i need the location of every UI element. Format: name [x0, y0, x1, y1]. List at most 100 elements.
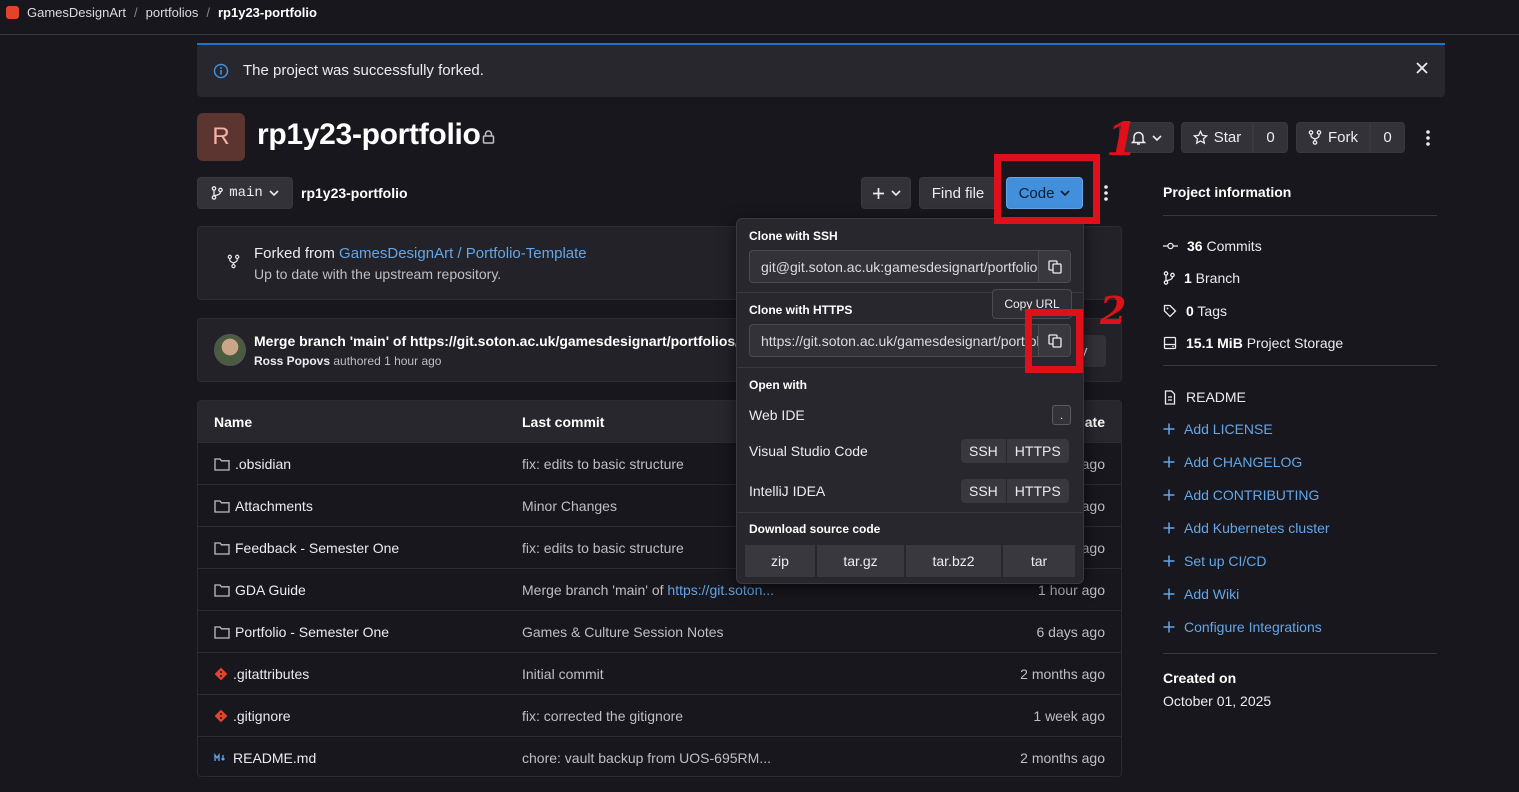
download-tarbz2-button[interactable]: tar.bz2	[906, 545, 1001, 577]
copy-ssh-url-button[interactable]	[1038, 251, 1070, 282]
avatar[interactable]	[214, 334, 246, 366]
folder-icon	[214, 457, 230, 471]
intellij-ssh-button[interactable]: SSH	[961, 479, 1006, 503]
row-commit-message[interactable]: Merge branch 'main' of	[522, 582, 667, 598]
intellij-https-button[interactable]: HTTPS	[1005, 479, 1069, 503]
row-file-name[interactable]: Attachments	[235, 498, 313, 514]
stat-label: Branch	[1191, 270, 1241, 286]
row-name-cell[interactable]: GDA Guide	[214, 582, 306, 598]
row-commit-cell: fix: edits to basic structure	[522, 540, 684, 556]
commit-author[interactable]: Ross Popovs	[254, 354, 330, 368]
fork-button[interactable]: Fork	[1296, 122, 1370, 153]
folder-icon	[214, 583, 230, 597]
branch-selector[interactable]: main	[197, 177, 293, 209]
row-file-name[interactable]: .obsidian	[235, 456, 291, 472]
commit-meta: Ross Popovs authored 1 hour ago	[254, 354, 441, 368]
folder-icon	[214, 499, 230, 513]
row-name-cell[interactable]: .gitattributes	[214, 666, 309, 682]
created-on-date: October 01, 2025	[1163, 693, 1272, 709]
project-stat[interactable]: 36 Commits	[1163, 238, 1262, 254]
column-last-commit: Last commit	[522, 413, 605, 430]
stat-text: 36 Commits	[1187, 238, 1262, 254]
row-name-cell[interactable]: Attachments	[214, 498, 313, 514]
row-file-name[interactable]: README.md	[233, 750, 316, 766]
row-commit-message[interactable]: Initial commit	[522, 666, 604, 682]
star-button[interactable]: Star	[1181, 122, 1253, 153]
row-commit-message[interactable]: fix: edits to basic structure	[522, 540, 684, 556]
project-stat[interactable]: 15.1 MiB Project Storage	[1163, 335, 1343, 351]
web-ide-option[interactable]: Web IDE	[749, 407, 805, 423]
star-icon	[1192, 130, 1208, 145]
table-row[interactable]: README.md chore: vault backup from UOS-69…	[198, 736, 1121, 776]
download-tar-button[interactable]: tar	[1003, 545, 1075, 577]
table-row[interactable]: .gitattributes Initial commit 2 months ago	[198, 652, 1121, 694]
https-url-field[interactable]: https://git.soton.ac.uk/gamesdesignart/p…	[749, 324, 1071, 357]
row-name-cell[interactable]: .obsidian	[214, 456, 291, 472]
alert-accent-line	[197, 43, 1445, 45]
branch-name: main	[229, 185, 263, 201]
intellij-option: IntelliJ IDEA	[749, 483, 826, 499]
download-title: Download source code	[749, 522, 881, 536]
more-actions-icon[interactable]	[1418, 122, 1438, 153]
breadcrumb-separator: /	[133, 5, 138, 20]
plus-icon	[1163, 489, 1175, 501]
row-commit-message[interactable]: fix: edits to basic structure	[522, 456, 684, 472]
readme-link[interactable]: README	[1163, 389, 1246, 405]
fork-count[interactable]: 0	[1370, 122, 1405, 153]
ssh-url[interactable]: git@git.soton.ac.uk:gamesdesignart/portf…	[761, 259, 1039, 275]
row-commit-message[interactable]: chore: vault backup from UOS-695RM...	[522, 750, 771, 766]
project-stat[interactable]: 1 Branch	[1163, 270, 1240, 286]
row-file-name[interactable]: .gitignore	[233, 708, 291, 724]
breadcrumb-project[interactable]: rp1y23-portfolio	[218, 5, 317, 20]
sidebar-link-label: Add CHANGELOG	[1184, 454, 1303, 470]
row-commit-cell: Games & Culture Session Notes	[522, 624, 724, 640]
commit-title[interactable]: Merge branch 'main' of https://git.soton…	[254, 333, 736, 349]
sidebar-action-link[interactable]: Configure Integrations	[1163, 619, 1322, 635]
row-name-cell[interactable]: .gitignore	[214, 708, 291, 724]
table-row[interactable]: Portfolio - Semester One Games & Culture …	[198, 610, 1121, 652]
repository-path[interactable]: rp1y23-portfolio	[301, 185, 408, 201]
add-dropdown-button[interactable]	[861, 177, 911, 209]
row-file-name[interactable]: Feedback - Semester One	[235, 540, 399, 556]
breadcrumb-group[interactable]: GamesDesignArt	[27, 5, 126, 20]
stat-label: Tags	[1193, 303, 1228, 319]
web-ide-shortcut: .	[1052, 405, 1071, 425]
created-on-title: Created on	[1163, 670, 1237, 686]
star-count[interactable]: 0	[1253, 122, 1288, 153]
row-commit-message[interactable]: Games & Culture Session Notes	[522, 624, 724, 640]
sidebar-action-link[interactable]: Add LICENSE	[1163, 421, 1273, 437]
row-name-cell[interactable]: README.md	[214, 750, 316, 766]
row-file-name[interactable]: .gitattributes	[233, 666, 309, 682]
project-stat[interactable]: 0 Tags	[1163, 303, 1227, 319]
star-label: Star	[1213, 129, 1242, 146]
stat-text: 0 Tags	[1186, 303, 1227, 319]
fork-source-link[interactable]: GamesDesignArt / Portfolio-Template	[339, 245, 587, 262]
row-name-cell[interactable]: Portfolio - Semester One	[214, 624, 389, 640]
project-info-title: Project information	[1163, 184, 1292, 200]
table-row[interactable]: .gitignore fix: corrected the gitignore 1 …	[198, 694, 1121, 736]
sidebar-action-link[interactable]: Add Wiki	[1163, 586, 1239, 602]
ssh-url-field[interactable]: git@git.soton.ac.uk:gamesdesignart/portf…	[749, 250, 1071, 283]
find-file-button[interactable]: Find file	[919, 177, 997, 209]
row-commit-message[interactable]: fix: corrected the gitignore	[522, 708, 683, 724]
row-commit-message[interactable]: Minor Changes	[522, 498, 617, 514]
download-zip-button[interactable]: zip	[745, 545, 815, 577]
download-targz-button[interactable]: tar.gz	[817, 545, 904, 577]
row-file-name[interactable]: GDA Guide	[235, 582, 306, 598]
row-file-name[interactable]: Portfolio - Semester One	[235, 624, 389, 640]
https-url[interactable]: https://git.soton.ac.uk/gamesdesignart/p…	[761, 333, 1039, 349]
open-with-title: Open with	[749, 378, 807, 392]
breadcrumb-subgroup[interactable]: portfolios	[146, 5, 199, 20]
vscode-https-button[interactable]: HTTPS	[1005, 439, 1069, 463]
close-icon[interactable]	[1415, 61, 1429, 75]
vscode-ssh-button[interactable]: SSH	[961, 439, 1006, 463]
copy-icon	[1047, 259, 1062, 274]
row-name-cell[interactable]: Feedback - Semester One	[214, 540, 399, 556]
row-commit-cell: fix: edits to basic structure	[522, 456, 684, 472]
sidebar-action-link[interactable]: Add CONTRIBUTING	[1163, 487, 1319, 503]
stat-text: 15.1 MiB Project Storage	[1186, 335, 1343, 351]
sidebar-action-link[interactable]: Set up CI/CD	[1163, 553, 1266, 569]
project-title: rp1y23-portfolio	[257, 118, 481, 151]
sidebar-action-link[interactable]: Add Kubernetes cluster	[1163, 520, 1330, 536]
sidebar-action-link[interactable]: Add CHANGELOG	[1163, 454, 1302, 470]
